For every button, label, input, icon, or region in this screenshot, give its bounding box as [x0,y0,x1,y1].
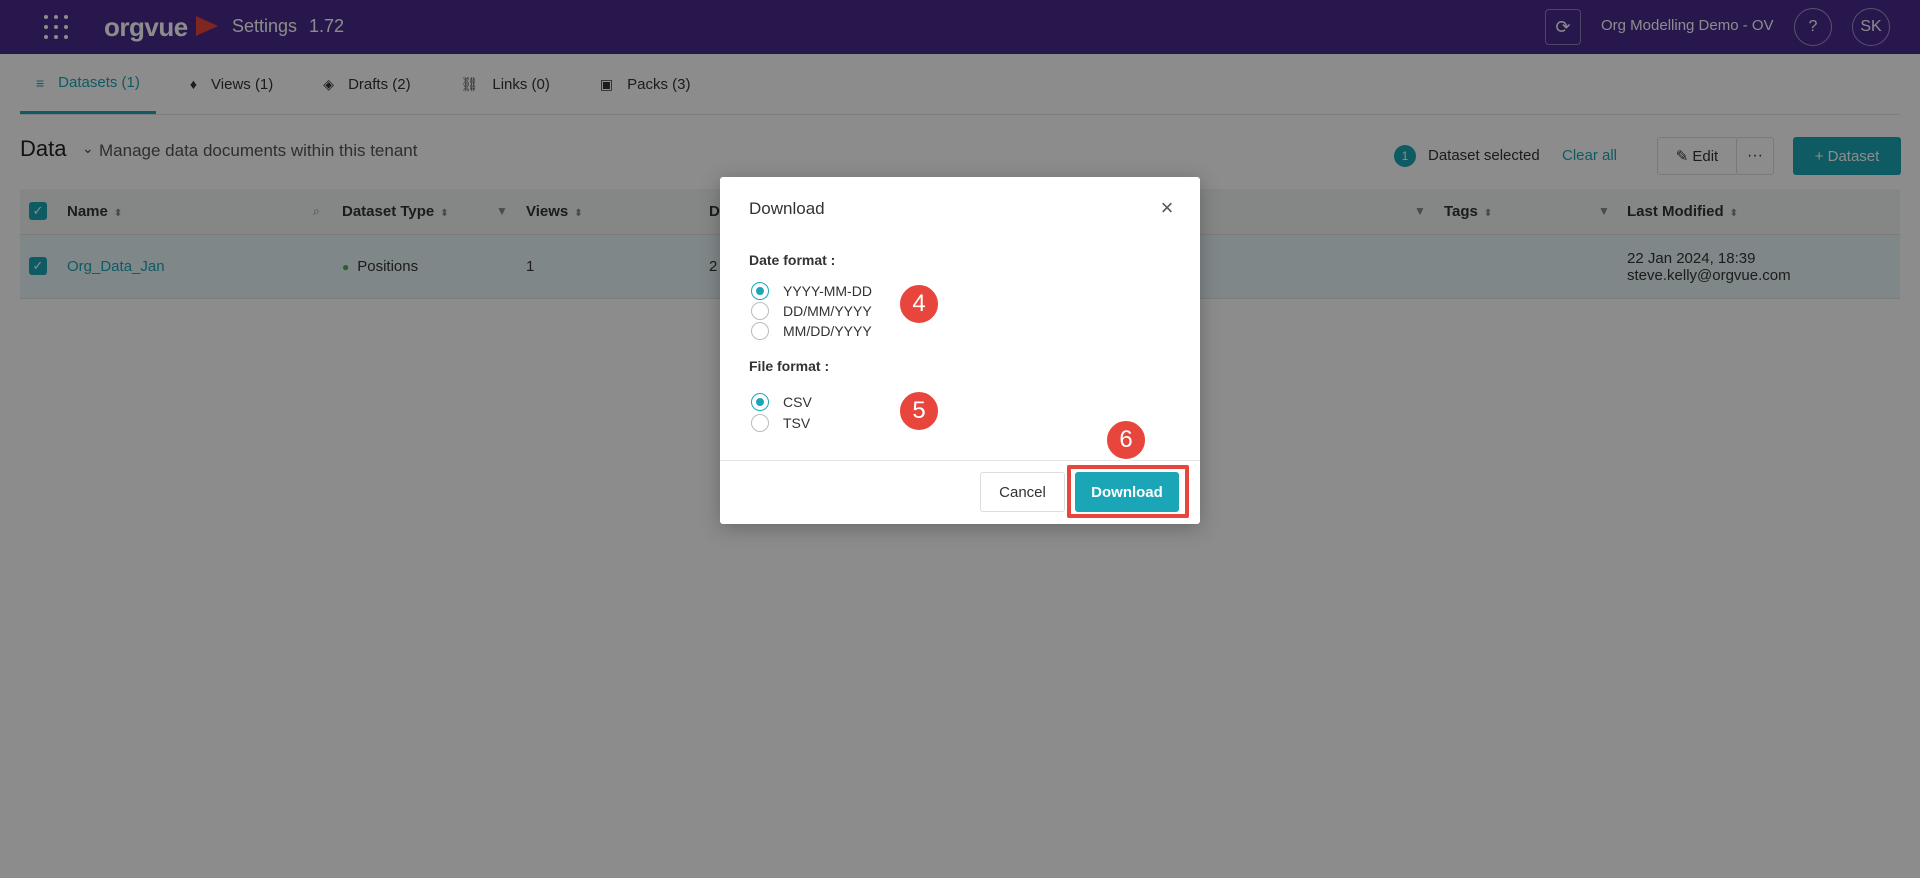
step-marker-5: 5 [898,390,940,432]
date-format-label: Date format : [749,252,836,268]
radio-unchecked[interactable] [751,302,769,320]
radio-label: TSV [783,415,811,431]
download-highlight-box [1067,465,1189,518]
file-format-label: File format : [749,358,830,374]
date-option-yyyy-mm-dd[interactable]: YYYY-MM-DD [751,282,872,300]
radio-unchecked[interactable] [751,322,769,340]
dialog-title: Download [749,199,825,218]
cancel-button[interactable]: Cancel [980,472,1065,512]
file-option-csv[interactable]: CSV [751,393,812,411]
radio-checked[interactable] [751,282,769,300]
step-marker-6: 6 [1105,419,1147,461]
radio-label: CSV [783,394,812,410]
date-option-dd-mm-yyyy[interactable]: DD/MM/YYYY [751,302,872,320]
radio-checked[interactable] [751,393,769,411]
radio-label: MM/DD/YYYY [783,323,872,339]
file-option-tsv[interactable]: TSV [751,414,810,432]
radio-label: DD/MM/YYYY [783,303,872,319]
date-option-mm-dd-yyyy[interactable]: MM/DD/YYYY [751,322,872,340]
close-icon[interactable]: × [1156,195,1178,221]
radio-label: YYYY-MM-DD [783,283,872,299]
step-marker-4: 4 [898,283,940,325]
radio-unchecked[interactable] [751,414,769,432]
